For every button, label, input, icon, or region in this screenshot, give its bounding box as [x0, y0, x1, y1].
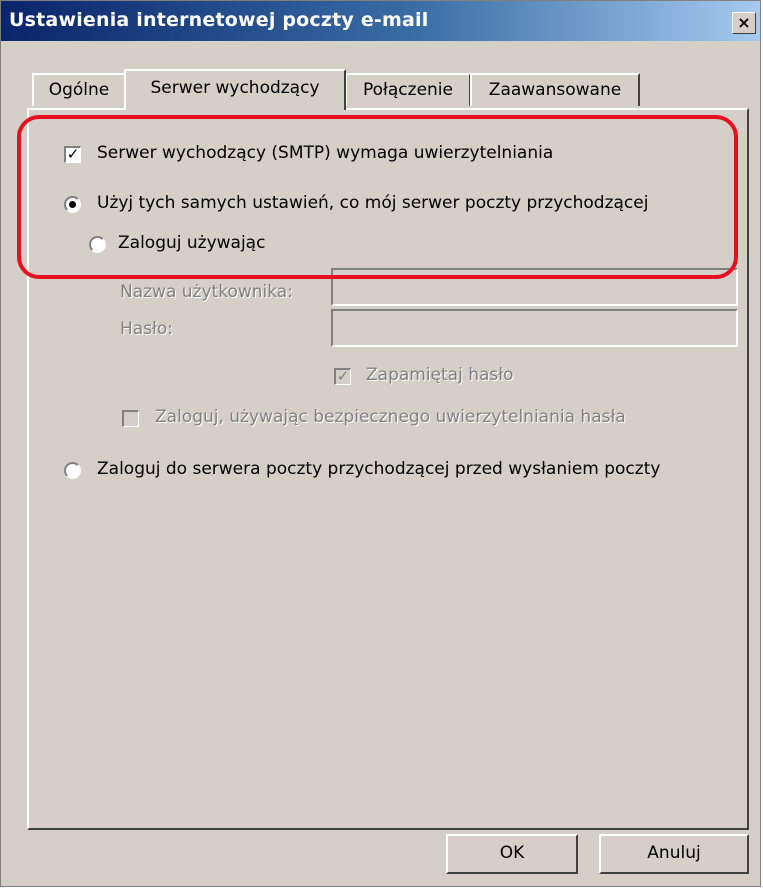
tab-advanced[interactable]: Zaawansowane: [470, 73, 640, 106]
title-bar[interactable]: Ustawienia internetowej poczty e-mail ×: [1, 1, 760, 41]
close-icon: ×: [737, 13, 751, 32]
tab-outgoing-server[interactable]: Serwer wychodzący: [124, 69, 346, 110]
login-using-radio[interactable]: [89, 236, 106, 253]
tab-general[interactable]: Ogólne: [32, 73, 126, 106]
remember-password-label: Zapamiętaj hasło: [366, 365, 514, 385]
dialog-window: Ustawienia internetowej poczty e-mail × …: [0, 0, 761, 887]
spa-checkbox[interactable]: [122, 410, 139, 427]
radio-selected-dot: [69, 201, 76, 208]
login-pop-label[interactable]: Zaloguj do serwera poczty przychodzącej …: [97, 459, 660, 479]
tab-connection[interactable]: Połączenie: [345, 73, 471, 106]
login-pop-radio[interactable]: [64, 462, 81, 479]
same-settings-radio[interactable]: [64, 196, 81, 213]
window-title: Ustawienia internetowej poczty e-mail: [9, 9, 429, 31]
close-button[interactable]: ×: [732, 12, 756, 34]
spa-label: Zaloguj, używając bezpiecznego uwierzyte…: [155, 407, 626, 427]
password-label: Hasło:: [120, 319, 174, 339]
username-input[interactable]: [331, 268, 738, 306]
cancel-button[interactable]: Anuluj: [599, 834, 749, 874]
ok-button[interactable]: OK: [446, 834, 578, 874]
login-using-label[interactable]: Zaloguj używając: [118, 233, 265, 253]
password-input[interactable]: [331, 309, 738, 347]
same-settings-label[interactable]: Użyj tych samych ustawień, co mój serwer…: [97, 193, 648, 213]
smtp-auth-checkbox[interactable]: ✓: [64, 146, 81, 163]
remember-password-checkbox[interactable]: ✓: [334, 368, 351, 385]
smtp-auth-label[interactable]: Serwer wychodzący (SMTP) wymaga uwierzyt…: [97, 143, 553, 163]
username-label: Nazwa użytkownika:: [120, 282, 293, 302]
